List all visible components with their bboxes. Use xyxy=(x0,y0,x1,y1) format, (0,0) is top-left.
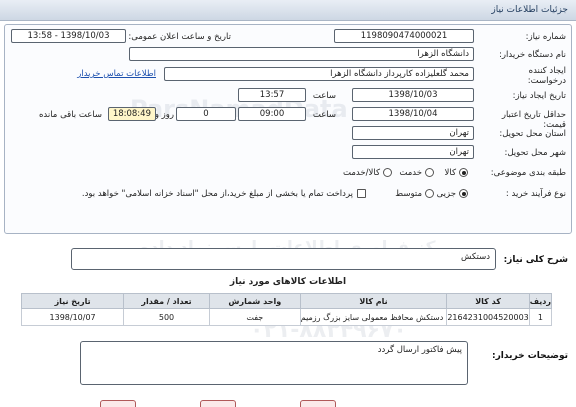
purchase-radio-medium[interactable] xyxy=(425,189,434,198)
created-date-label: تاریخ ایجاد نیاز: xyxy=(512,91,566,101)
treasury-payment-note: پرداخت تمام یا بخشی از مبلغ خرید،از محل … xyxy=(81,189,353,199)
remaining-label: ساعت باقی مانده xyxy=(38,110,102,120)
col-header-need-date: تاریخ نیاز xyxy=(20,293,125,309)
table-header-row: ردیف کد کالا نام کالا واحد شمارش تعداد /… xyxy=(20,293,553,309)
created-time-label: ساعت xyxy=(312,91,336,101)
creator-label: ایجاد کننده درخواست: xyxy=(527,66,566,86)
remaining-days-field: 0 xyxy=(176,107,236,121)
city-label: شهر محل تحویل: xyxy=(504,148,566,158)
treasury-payment-checkbox[interactable] xyxy=(357,189,366,198)
created-time-field: 13:57 xyxy=(238,88,306,102)
category-radio-service[interactable] xyxy=(425,168,434,177)
cell-row-number: 1 xyxy=(528,308,553,326)
category-option-service: خدمت xyxy=(399,168,422,178)
buyer-org-label: نام دستگاه خریدار: xyxy=(499,50,566,60)
category-radio-goods-service[interactable] xyxy=(383,168,392,177)
category-option-goods-service: کالا/خدمت xyxy=(343,168,380,178)
purchase-option-medium: متوسط xyxy=(395,189,422,199)
buyer-notes-field: پیش فاکتور ارسال گردد xyxy=(80,341,468,385)
col-header-quantity: تعداد / مقدار xyxy=(123,293,210,309)
buyer-org-field: دانشگاه الزهرا xyxy=(129,47,474,61)
announce-datetime-field: 1398/10/03 - 13:58 xyxy=(11,29,126,43)
deadline-label: حداقل تاریخ اعتبار قیمت: xyxy=(501,110,566,130)
deadline-time-field: 09:00 xyxy=(238,107,306,121)
title-bar: جزئیات اطلاعات نیاز xyxy=(0,0,576,21)
bottom-button-3[interactable] xyxy=(300,400,336,407)
col-header-unit: واحد شمارش xyxy=(208,293,301,309)
summary-field: دستکش xyxy=(71,248,496,270)
announce-label: تاریخ و ساعت اعلان عمومی: xyxy=(128,32,231,42)
deadline-date-field: 1398/10/04 xyxy=(352,107,474,121)
col-header-item-name: نام کالا xyxy=(299,293,448,309)
province-field: تهران xyxy=(352,126,474,140)
buyer-notes-label: توضیحات خریدار: xyxy=(492,351,568,361)
buyer-contact-link[interactable]: اطلاعات تماس خریدار xyxy=(77,69,156,79)
city-field: تهران xyxy=(352,145,474,159)
purchase-radio-minor[interactable] xyxy=(459,189,468,198)
purchase-type-label: نوع فرآیند خرید : xyxy=(505,189,566,199)
day-and-label: روز و xyxy=(154,110,174,120)
cell-item-code: 2164231004520003 xyxy=(446,308,530,326)
cell-unit: جفت xyxy=(208,308,301,326)
creator-field: محمد گلعلیزاده کارپرداز دانشگاه الزهرا xyxy=(164,67,474,81)
remaining-time-field: 18:08:49 xyxy=(108,107,156,121)
need-number-label: شماره نیاز: xyxy=(525,32,566,42)
items-section-title: اطلاعات کالاهای مورد نیاز xyxy=(229,277,347,287)
col-header-row-number: ردیف xyxy=(528,293,553,309)
page-title: جزئیات اطلاعات نیاز xyxy=(491,5,568,15)
items-table: ردیف کد کالا نام کالا واحد شمارش تعداد /… xyxy=(20,293,553,326)
col-header-item-code: کد کالا xyxy=(446,293,530,309)
created-date-field: 1398/10/03 xyxy=(352,88,474,102)
need-number-field: 1198090474000021 xyxy=(334,29,474,43)
category-radio-goods[interactable] xyxy=(459,168,468,177)
purchase-option-minor: جزیی xyxy=(436,189,456,199)
cell-need-date: 1398/10/07 xyxy=(20,308,125,326)
bottom-button-2[interactable] xyxy=(200,400,236,407)
bottom-button-1[interactable] xyxy=(100,400,136,407)
category-option-goods: کالا xyxy=(444,168,456,178)
cell-quantity: 500 xyxy=(123,308,210,326)
category-label: طبقه بندی موضوعی: xyxy=(490,168,566,178)
table-row[interactable]: 1 2164231004520003 دستکش محافظ معمولی سا… xyxy=(20,308,553,326)
summary-label: شرح کلی نیاز: xyxy=(503,255,568,265)
deadline-time-label: ساعت xyxy=(312,110,336,120)
province-label: استان محل تحویل: xyxy=(499,129,566,139)
cell-item-name: دستکش محافظ معمولی سایز بزرگ رزمیم xyxy=(299,308,448,326)
